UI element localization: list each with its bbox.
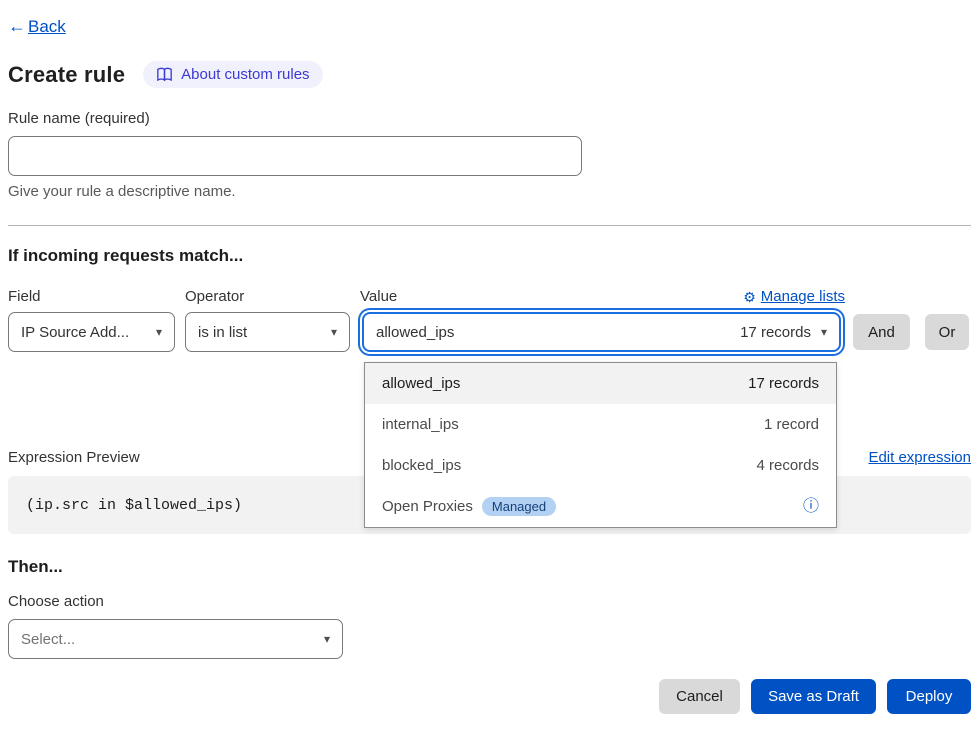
choose-action-label: Choose action xyxy=(8,593,971,610)
list-dropdown-item[interactable]: allowed_ips 17 records xyxy=(365,363,836,404)
chevron-down-icon: ▾ xyxy=(156,325,162,339)
rule-name-group: Rule name (required) Give your rule a de… xyxy=(8,110,971,200)
back-link[interactable]: ←Back xyxy=(8,16,66,37)
book-open-icon xyxy=(156,67,173,82)
list-item-record-count: 1 record xyxy=(764,416,819,433)
save-as-draft-button[interactable]: Save as Draft xyxy=(751,679,876,714)
list-item-name: blocked_ips xyxy=(382,457,461,474)
list-dropdown-item[interactable]: internal_ips 1 record xyxy=(365,404,836,445)
page-title: Create rule xyxy=(8,62,125,88)
info-icon[interactable]: ⓘ xyxy=(803,499,819,515)
action-select[interactable]: Select... ▾ xyxy=(8,619,343,659)
match-section-heading: If incoming requests match... xyxy=(8,246,971,266)
action-select-placeholder: Select... xyxy=(21,631,75,648)
title-row: Create rule About custom rules xyxy=(8,61,971,88)
chevron-down-icon: ▾ xyxy=(821,325,827,339)
edit-expression-link[interactable]: Edit expression xyxy=(868,449,971,466)
value-select-value: allowed_ips xyxy=(376,324,454,341)
back-arrow-icon: ← xyxy=(8,16,26,37)
back-link-label: Back xyxy=(28,17,66,37)
rule-name-label: Rule name (required) xyxy=(8,110,150,127)
condition-selects-row: IP Source Add... ▾ is in list ▾ allowed_… xyxy=(8,312,971,352)
value-select[interactable]: allowed_ips 17 records ▾ xyxy=(362,312,841,352)
about-badge-label: About custom rules xyxy=(181,66,309,83)
and-button[interactable]: And xyxy=(853,314,910,350)
value-label: Value xyxy=(360,288,397,305)
then-section-heading: Then... xyxy=(8,557,971,577)
section-divider xyxy=(8,225,971,226)
list-dropdown-item[interactable]: blocked_ips 4 records xyxy=(365,445,836,486)
list-dropdown-item[interactable]: Open Proxies Managed ⓘ xyxy=(365,486,836,527)
operator-label: Operator xyxy=(185,288,360,305)
create-rule-page: ←Back Create rule About custom rules Rul… xyxy=(0,0,979,714)
chevron-down-icon: ▾ xyxy=(324,632,330,646)
gear-icon: ⚙ xyxy=(743,290,756,304)
list-item-name: internal_ips xyxy=(382,416,459,433)
field-select-value: IP Source Add... xyxy=(21,324,129,341)
expression-preview-label: Expression Preview xyxy=(8,449,140,466)
list-item-record-count: 17 records xyxy=(748,375,819,392)
operator-select-value: is in list xyxy=(198,324,247,341)
deploy-button[interactable]: Deploy xyxy=(887,679,971,714)
operator-select[interactable]: is in list ▾ xyxy=(185,312,350,352)
about-custom-rules-badge[interactable]: About custom rules xyxy=(143,61,322,88)
rule-name-help: Give your rule a descriptive name. xyxy=(8,183,971,200)
list-dropdown-menu: allowed_ips 17 records internal_ips 1 recor… xyxy=(364,362,837,528)
expression-code: (ip.src in $allowed_ips) xyxy=(26,497,242,514)
list-item-name: Open Proxies xyxy=(382,498,473,515)
footer-actions: Cancel Save as Draft Deploy xyxy=(8,679,971,714)
manage-lists-link[interactable]: ⚙ Manage lists xyxy=(743,288,845,305)
value-select-wrap: allowed_ips 17 records ▾ allowed_ips 17 r… xyxy=(362,312,841,352)
value-select-record-count: 17 records xyxy=(740,324,811,341)
list-item-name: allowed_ips xyxy=(382,375,460,392)
rule-name-input[interactable] xyxy=(8,136,582,176)
field-select[interactable]: IP Source Add... ▾ xyxy=(8,312,175,352)
condition-labels-row: Field Operator Value ⚙ Manage lists xyxy=(8,288,971,305)
or-button[interactable]: Or xyxy=(925,314,969,350)
list-item-record-count: 4 records xyxy=(756,457,819,474)
cancel-button[interactable]: Cancel xyxy=(659,679,740,714)
managed-badge: Managed xyxy=(482,497,556,516)
chevron-down-icon: ▾ xyxy=(331,325,337,339)
manage-lists-label: Manage lists xyxy=(761,288,845,305)
field-label: Field xyxy=(8,288,185,305)
